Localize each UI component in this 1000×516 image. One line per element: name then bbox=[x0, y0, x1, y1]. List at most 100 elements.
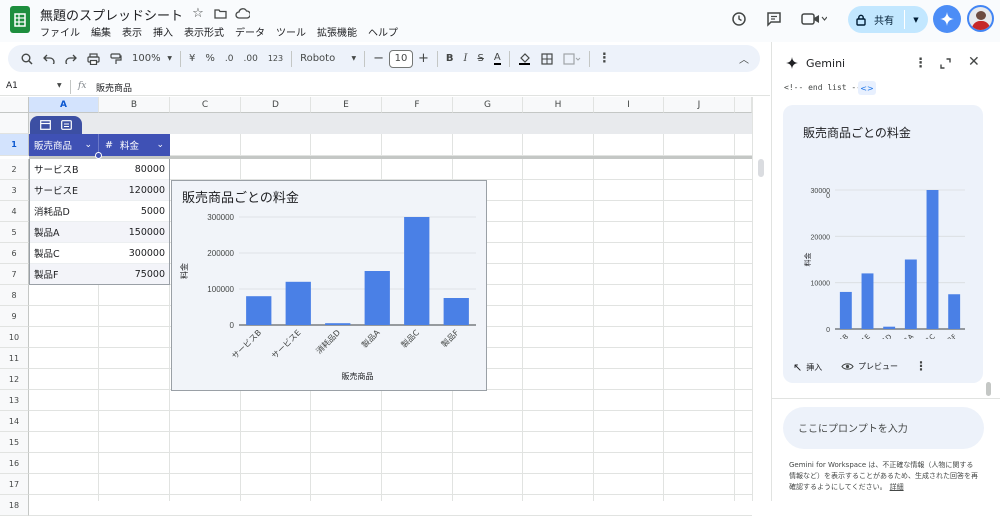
column-header-f[interactable]: F bbox=[382, 97, 453, 113]
row-header-13[interactable]: 13 bbox=[0, 390, 29, 411]
meet-icon[interactable] bbox=[800, 11, 828, 27]
row-header-5[interactable]: 5 bbox=[0, 222, 29, 243]
code-icon[interactable]: <> bbox=[858, 81, 876, 95]
preview-button[interactable]: プレビュー bbox=[841, 361, 898, 372]
text-color-icon[interactable]: A bbox=[489, 49, 506, 69]
close-icon[interactable]: ✕ bbox=[968, 54, 980, 70]
insert-arrow-icon: ↖ bbox=[793, 361, 803, 374]
more-options-icon[interactable]: ⋮ bbox=[593, 49, 616, 69]
document-title[interactable]: 無題のスプレッドシート bbox=[40, 5, 183, 24]
row-header-12[interactable]: 12 bbox=[0, 369, 29, 390]
panel-scrollbar-thumb[interactable] bbox=[986, 382, 991, 396]
column-header-d[interactable]: D bbox=[241, 97, 311, 113]
expand-icon[interactable] bbox=[939, 57, 952, 70]
bold-button[interactable]: B bbox=[441, 49, 459, 69]
zoom-select[interactable]: 100% ▼ bbox=[127, 49, 177, 69]
menu-help[interactable]: ヘルプ bbox=[368, 24, 398, 39]
divider bbox=[508, 50, 510, 67]
font-select[interactable]: Roboto ▼ bbox=[295, 49, 361, 69]
menu-file[interactable]: ファイル bbox=[40, 24, 80, 39]
cloud-status-icon[interactable] bbox=[235, 7, 250, 19]
share-dropdown-icon[interactable]: ▼ bbox=[906, 6, 926, 33]
strikethrough-icon[interactable]: S bbox=[472, 49, 488, 69]
redo-icon[interactable] bbox=[60, 49, 82, 69]
row-header-18[interactable]: 18 bbox=[0, 495, 29, 516]
collapse-toolbar-icon[interactable]: ︿ bbox=[734, 49, 754, 69]
table-settings-icon[interactable] bbox=[40, 120, 51, 130]
prompt-input[interactable]: ここにプロンプトを入力 bbox=[783, 407, 984, 449]
search-icon[interactable] bbox=[16, 49, 38, 69]
chevron-down-icon[interactable]: ▼ bbox=[57, 82, 62, 89]
row-header-15[interactable]: 15 bbox=[0, 432, 29, 453]
row-header-3[interactable]: 3 bbox=[0, 180, 29, 201]
move-folder-icon[interactable] bbox=[213, 7, 227, 19]
column-header-g[interactable]: G bbox=[453, 97, 523, 113]
column-header-c[interactable]: C bbox=[170, 97, 241, 113]
sheets-logo-icon[interactable] bbox=[10, 6, 30, 33]
menu-tools[interactable]: ツール bbox=[276, 24, 306, 39]
sheet-scrollbar[interactable] bbox=[752, 97, 770, 501]
menu-format[interactable]: 表示形式 bbox=[184, 24, 224, 39]
italic-button[interactable]: I bbox=[459, 49, 473, 69]
column-header-i[interactable]: I bbox=[594, 97, 664, 113]
menu-insert[interactable]: 挿入 bbox=[153, 24, 173, 39]
learn-more-link[interactable]: 詳細 bbox=[890, 483, 904, 491]
merge-cells-icon[interactable] bbox=[558, 49, 586, 69]
currency-button[interactable]: ¥ bbox=[184, 49, 200, 69]
star-icon[interactable]: ☆ bbox=[191, 6, 205, 21]
menu-view[interactable]: 表示 bbox=[122, 24, 142, 39]
row-header-17[interactable]: 17 bbox=[0, 474, 29, 495]
row-header-16[interactable]: 16 bbox=[0, 453, 29, 474]
column-header-price[interactable]: # 料金 ⌄ bbox=[99, 134, 170, 156]
row-header-14[interactable]: 14 bbox=[0, 411, 29, 432]
avatar[interactable] bbox=[967, 5, 994, 32]
select-all-corner[interactable] bbox=[0, 97, 29, 113]
more-options-icon[interactable]: ⋮ bbox=[915, 359, 927, 373]
font-value: Roboto bbox=[300, 53, 336, 64]
column-header-product[interactable]: 販売商品 ⌄ bbox=[29, 134, 99, 156]
decrease-font-size-button[interactable]: − bbox=[368, 49, 389, 69]
row-header-11[interactable]: 11 bbox=[0, 348, 29, 369]
row-header-8[interactable]: 8 bbox=[0, 285, 29, 306]
borders-icon[interactable] bbox=[536, 49, 558, 69]
column-header-partial[interactable] bbox=[735, 97, 752, 113]
more-options-icon[interactable]: ⋮ bbox=[914, 56, 927, 71]
more-formats-button[interactable]: 123 bbox=[263, 49, 288, 69]
row-header-4[interactable]: 4 bbox=[0, 201, 29, 222]
column-header-j[interactable]: J bbox=[664, 97, 735, 113]
row-header-7[interactable]: 7 bbox=[0, 264, 29, 285]
increase-decimal-button[interactable]: .00 bbox=[238, 49, 262, 69]
insert-button[interactable]: ↖ 挿入 bbox=[793, 361, 822, 374]
row-header-6[interactable]: 6 bbox=[0, 243, 29, 264]
row-header-1[interactable]: 1 bbox=[0, 134, 29, 156]
decrease-decimal-button[interactable]: .0 bbox=[220, 49, 239, 69]
font-size-input[interactable]: 10 bbox=[389, 49, 413, 68]
history-icon[interactable] bbox=[730, 10, 748, 28]
share-button[interactable]: 共有 ▼ bbox=[848, 6, 928, 33]
menu-edit[interactable]: 編集 bbox=[91, 24, 111, 39]
print-icon[interactable] bbox=[82, 49, 105, 69]
row-header-2[interactable]: 2 bbox=[0, 159, 29, 180]
embedded-chart[interactable]: 販売商品ごとの料金 0 100000 200000 300000 サービスB サービスE 消… bbox=[171, 180, 487, 391]
column-header-e[interactable]: E bbox=[311, 97, 382, 113]
name-box[interactable]: A1 bbox=[6, 81, 18, 91]
menu-data[interactable]: データ bbox=[235, 24, 265, 39]
fill-color-icon[interactable] bbox=[513, 49, 536, 69]
table-view-icon[interactable] bbox=[61, 120, 72, 130]
undo-icon[interactable] bbox=[38, 49, 60, 69]
percent-button[interactable]: % bbox=[200, 49, 220, 69]
row-header-10[interactable]: 10 bbox=[0, 327, 29, 348]
column-header-a[interactable]: A bbox=[29, 97, 99, 113]
gemini-button[interactable] bbox=[933, 5, 961, 33]
menu-extensions[interactable]: 拡張機能 bbox=[317, 24, 357, 39]
comment-icon[interactable] bbox=[765, 10, 783, 28]
paint-format-icon[interactable] bbox=[105, 49, 127, 69]
chevron-down-icon[interactable]: ⌄ bbox=[156, 140, 164, 150]
row-header-9[interactable]: 9 bbox=[0, 306, 29, 327]
increase-font-size-button[interactable]: + bbox=[413, 49, 434, 69]
formula-input[interactable]: 販売商品 bbox=[96, 81, 132, 94]
column-header-h[interactable]: H bbox=[523, 97, 594, 113]
chevron-down-icon[interactable]: ⌄ bbox=[84, 140, 92, 150]
selection-handle[interactable] bbox=[95, 152, 102, 159]
column-header-b[interactable]: B bbox=[99, 97, 170, 113]
